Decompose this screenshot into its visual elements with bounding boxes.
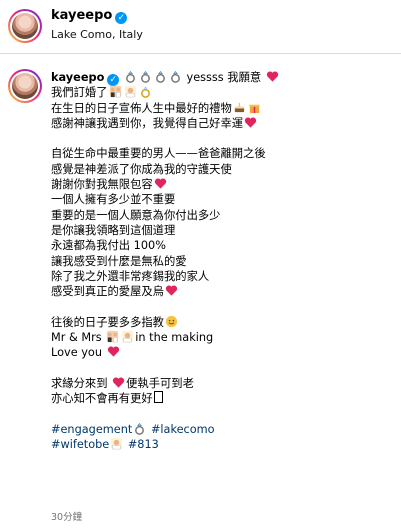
ring-emoji (155, 70, 165, 83)
post-timestamp: 30分鐘 (51, 512, 83, 523)
cake-emoji (234, 102, 244, 112)
ring-emoji (135, 422, 145, 435)
ring-emoji (140, 86, 150, 99)
post-caption: kayeepo ✓ yessss 我願意 我們訂婚了 在生日的日子宣佈人生中最好的… (51, 70, 391, 452)
couple-emoji (111, 438, 123, 450)
red-heart-emoji (165, 285, 178, 296)
smiling-face-emoji (165, 315, 178, 327)
red-heart-emoji (154, 178, 166, 189)
avatar[interactable] (8, 9, 42, 43)
missing-glyph-box (153, 391, 163, 404)
hashtag-lakecomo[interactable]: #lakecomo (151, 423, 215, 436)
red-heart-emoji (266, 71, 278, 82)
avatar[interactable] (8, 69, 42, 103)
hashtag-813[interactable]: #813 (128, 438, 159, 451)
verified-badge-icon: ✓ (115, 12, 128, 24)
ring-emoji (125, 70, 135, 83)
red-heart-emoji (107, 346, 119, 357)
verified-badge-icon: ✓ (107, 74, 120, 86)
post-location[interactable]: Lake Como, Italy (51, 28, 143, 41)
couple-emoji (107, 330, 119, 343)
hashtag-engagement[interactable]: #engagement (51, 423, 132, 436)
couple-emoji (109, 86, 121, 98)
red-heart-emoji (244, 117, 257, 128)
ring-emoji (170, 70, 180, 83)
gift-emoji (249, 104, 260, 113)
hashtag-wifetobe[interactable]: #wifetobe (51, 438, 109, 451)
ring-emoji (140, 70, 150, 83)
couple-emoji (124, 86, 136, 98)
header-username[interactable]: kayeepo ✓ (51, 8, 128, 24)
post-header: kayeepo ✓ Lake Como, Italy (0, 0, 401, 54)
couple-emoji (122, 330, 134, 343)
red-heart-emoji (112, 377, 125, 388)
caption-username[interactable]: kayeepo (51, 71, 104, 84)
